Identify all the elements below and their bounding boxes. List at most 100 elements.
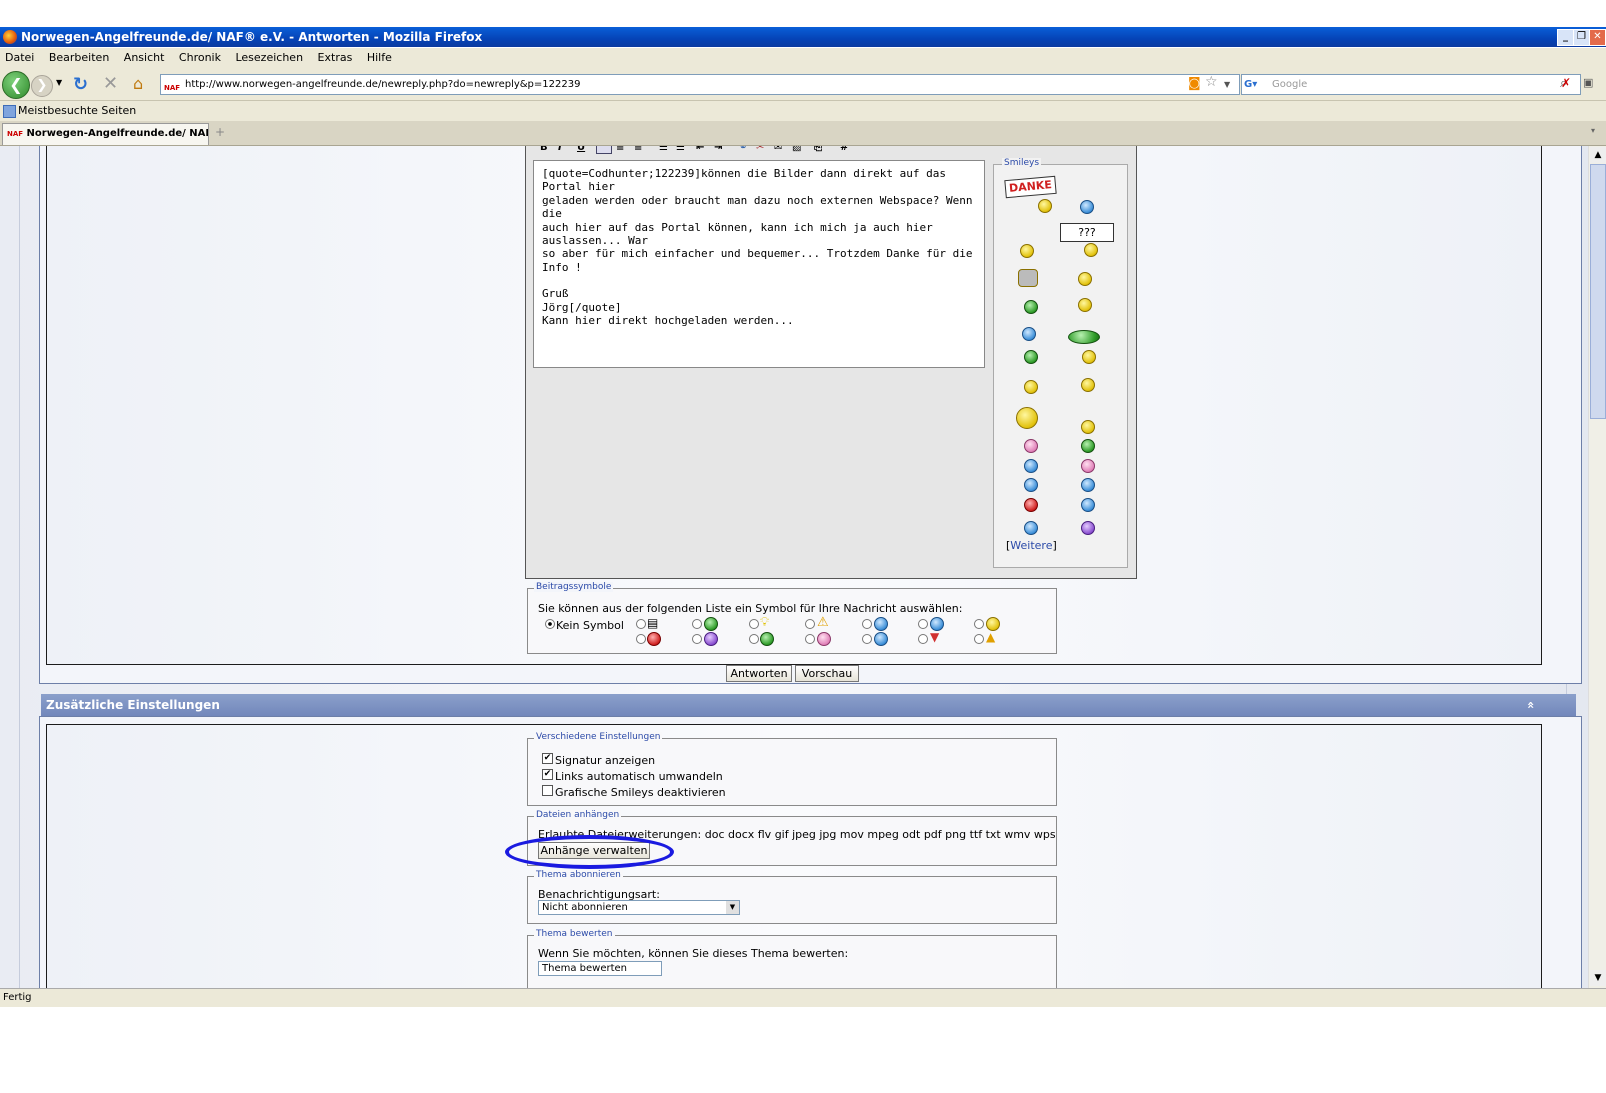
extension-icon[interactable]: ▣ — [1583, 76, 1593, 89]
insert-attachment-icon[interactable]: ⎘ — [814, 146, 822, 153]
auto-links-checkbox[interactable]: ✔ — [542, 769, 553, 780]
most-visited-link[interactable]: Meistbesuchte Seiten — [18, 101, 136, 121]
search-box[interactable]: G▾ Google ⌕ — [1241, 74, 1581, 95]
search-engine-icon[interactable]: G▾ — [1244, 75, 1257, 94]
bold-button[interactable]: B — [540, 146, 548, 153]
more-smileys-link[interactable]: [Weitere] — [1006, 539, 1057, 552]
cool-smiley[interactable] — [1024, 478, 1038, 492]
post-icon-radio[interactable] — [692, 634, 702, 644]
vertical-scrollbar[interactable]: ▲ ▼ — [1588, 146, 1606, 988]
history-dropdown-icon[interactable]: ▼ — [56, 78, 62, 87]
outdent-icon[interactable]: ⇤ — [696, 146, 704, 153]
notification-select[interactable]: Nicht abonnieren ▼ — [538, 900, 740, 915]
addon-icon[interactable]: ✗ — [1561, 76, 1571, 90]
eek-smiley[interactable] — [1081, 478, 1095, 492]
menu-lesezeichen[interactable]: Lesezeichen — [235, 51, 303, 64]
laugh-smiley[interactable] — [1081, 378, 1095, 392]
post-icon-radio[interactable] — [749, 634, 759, 644]
yellow-dot-smiley[interactable] — [1082, 350, 1096, 364]
big-grin-smiley[interactable] — [1081, 439, 1095, 453]
underline-button[interactable]: U — [577, 146, 585, 153]
post-icon-radio[interactable] — [974, 619, 984, 629]
tongue-smiley[interactable] — [1024, 439, 1038, 453]
hat-smiley[interactable] — [1078, 298, 1092, 312]
post-icon-radio[interactable] — [918, 634, 928, 644]
signature-checkbox[interactable]: ✔ — [542, 753, 553, 764]
stop-icon[interactable]: ✕ — [103, 73, 118, 94]
menu-datei[interactable]: Datei — [5, 51, 34, 64]
roll-eyes-smiley[interactable] — [1081, 498, 1095, 512]
restore-button[interactable]: ❐ — [1573, 29, 1590, 46]
dizzy-smiley[interactable] — [1022, 327, 1036, 341]
collapse-icon[interactable]: « — [1520, 701, 1542, 709]
bookmark-star-icon[interactable]: ☆ — [1205, 73, 1218, 92]
question-smiley-face[interactable] — [1084, 243, 1098, 257]
smile-smiley[interactable] — [1081, 420, 1095, 434]
wrap-code-icon[interactable]: # — [840, 146, 848, 153]
align-left-icon[interactable] — [596, 146, 612, 154]
unordered-list-icon[interactable]: ☰ — [676, 146, 685, 153]
rss-icon[interactable]: ◙ — [1188, 74, 1201, 93]
menu-bearbeiten[interactable]: Bearbeiten — [49, 51, 109, 64]
ordered-list-icon[interactable]: ☰ — [659, 146, 668, 153]
scroll-down-arrow[interactable]: ▼ — [1590, 970, 1606, 986]
confused-smiley[interactable] — [1024, 521, 1038, 535]
scroll-up-arrow[interactable]: ▲ — [1590, 147, 1606, 163]
scrollbar-thumb[interactable] — [1590, 164, 1606, 419]
insert-email-icon[interactable]: ✉ — [774, 146, 782, 153]
align-center-icon[interactable]: ≡ — [616, 146, 624, 153]
cry-smiley[interactable] — [1024, 350, 1038, 364]
thumbs-up-smiley[interactable] — [1080, 200, 1094, 214]
kiss-smiley[interactable] — [1081, 459, 1095, 473]
address-bar[interactable]: NAF http://www.norwegen-angelfreunde.de/… — [160, 74, 1240, 95]
sun-smiley[interactable] — [1078, 272, 1092, 286]
rate-thread-select[interactable]: Thema bewerten — [538, 961, 662, 976]
post-icon-none-radio[interactable] — [545, 619, 555, 629]
grin-green-smiley[interactable] — [1024, 300, 1038, 314]
home-icon[interactable]: ⌂ — [133, 74, 143, 93]
menu-chronik[interactable]: Chronik — [179, 51, 221, 64]
remove-link-icon[interactable]: ✂ — [756, 146, 764, 153]
submit-reply-button[interactable]: Antworten — [726, 665, 792, 682]
tab-active[interactable]: NAF Norwegen-Angelfreunde.de/ NAF® e.... — [2, 123, 209, 145]
post-icon-radio[interactable] — [862, 619, 872, 629]
menu-extras[interactable]: Extras — [318, 51, 353, 64]
group-smiley[interactable] — [1068, 330, 1100, 344]
post-icon-radio[interactable] — [805, 619, 815, 629]
frown-smiley[interactable] — [1081, 521, 1095, 535]
indent-icon[interactable]: ⇥ — [714, 146, 722, 153]
new-tab-icon[interactable]: + — [215, 125, 225, 139]
question-sign-smiley[interactable]: ??? — [1060, 223, 1114, 242]
post-icon-radio[interactable] — [974, 634, 984, 644]
chevron-down-icon[interactable]: ▼ — [726, 901, 739, 914]
preview-button[interactable]: Vorschau — [795, 665, 859, 682]
back-button[interactable]: ❮ — [2, 71, 30, 99]
danke-sign-smiley[interactable]: DANKE — [1004, 175, 1057, 199]
forward-button[interactable]: ❯ — [31, 75, 53, 97]
disable-smileys-checkbox[interactable] — [542, 785, 553, 796]
computer-smiley[interactable] — [1018, 269, 1038, 287]
url-dropdown-icon[interactable]: ▼ — [1224, 75, 1230, 94]
post-icon-radio[interactable] — [636, 619, 646, 629]
post-icon-radio[interactable] — [692, 619, 702, 629]
sleep-smiley[interactable] — [1024, 380, 1038, 394]
menu-ansicht[interactable]: Ansicht — [124, 51, 165, 64]
align-right-icon[interactable]: ≡ — [634, 146, 642, 153]
italic-button[interactable]: I — [558, 146, 562, 153]
post-icon-radio[interactable] — [918, 619, 928, 629]
menu-hilfe[interactable]: Hilfe — [367, 51, 392, 64]
blush-smiley[interactable] — [1024, 459, 1038, 473]
reload-icon[interactable]: ↻ — [73, 74, 88, 95]
tab-list-icon[interactable]: ▾ — [1591, 126, 1595, 135]
insert-link-icon[interactable]: ⚭ — [739, 146, 747, 153]
post-icon-radio[interactable] — [862, 634, 872, 644]
party-smiley[interactable] — [1016, 407, 1038, 429]
post-icon-radio[interactable] — [749, 619, 759, 629]
insert-image-icon[interactable]: ▨ — [792, 146, 801, 153]
message-textarea[interactable]: [quote=Codhunter;122239]können die Bilde… — [533, 160, 985, 368]
close-button[interactable]: ✕ — [1589, 29, 1606, 46]
danke-smiley-face[interactable] — [1038, 199, 1052, 213]
post-icon-radio[interactable] — [805, 634, 815, 644]
post-icon-radio[interactable] — [636, 634, 646, 644]
minimize-button[interactable]: _ — [1557, 29, 1574, 46]
